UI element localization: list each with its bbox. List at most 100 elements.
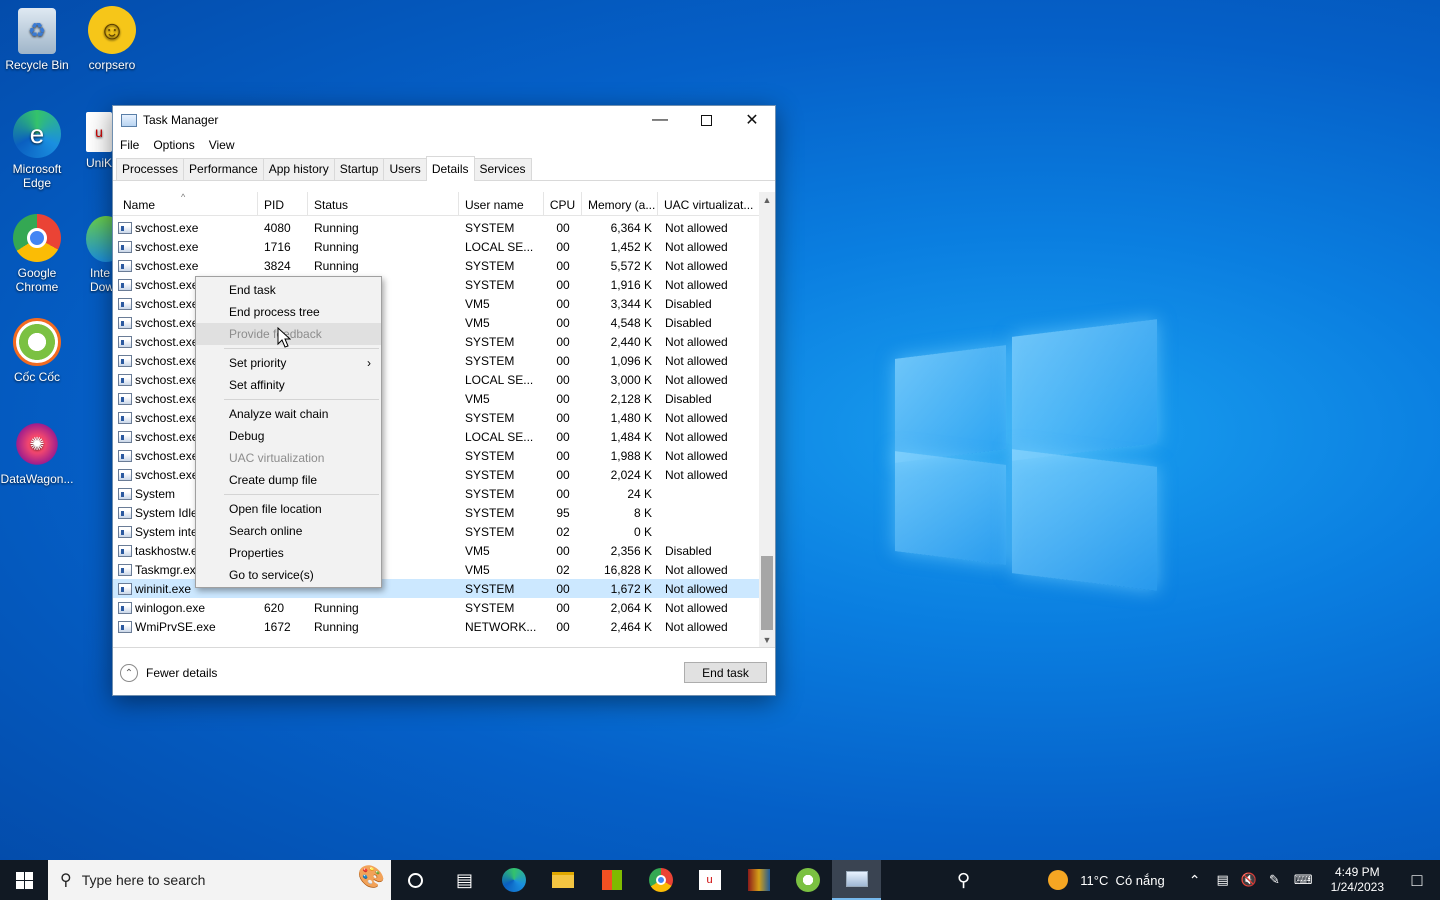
tab-users[interactable]: Users — [383, 158, 427, 180]
table-row[interactable]: svchost.exe 4080 Running SYSTEM 00 6,364 K Not… — [113, 218, 759, 237]
menu-file[interactable]: File — [120, 138, 139, 152]
maximize-icon[interactable] — [683, 106, 729, 134]
microsoft-store-icon[interactable] — [587, 860, 636, 900]
weather-sun-icon[interactable] — [1048, 870, 1069, 890]
process-memory: 2,440 K — [610, 334, 652, 349]
process-uac: Not allowed — [665, 239, 728, 254]
process-cpu: 02 — [556, 524, 570, 539]
menu-item-create-dump-file[interactable]: Create dump file — [196, 469, 381, 491]
search-highlight-icon: 🎨 — [357, 864, 385, 889]
tab-strip: Processes Performance App history Startu… — [113, 156, 775, 181]
column-header-name[interactable]: Name ^ — [113, 192, 258, 216]
process-name: winlogon.exe — [113, 601, 258, 615]
clock[interactable]: 4:49 PM 1/24/2023 — [1331, 865, 1384, 895]
menu-item-analyze-wait-chain[interactable]: Analyze wait chain — [196, 403, 381, 425]
column-header-cpu[interactable]: CPU — [544, 192, 582, 216]
process-status: Running — [314, 619, 359, 634]
menu-item-properties[interactable]: Properties — [196, 542, 381, 564]
tab-processes[interactable]: Processes — [116, 158, 185, 180]
process-user: VM5 — [465, 391, 490, 406]
scroll-up-icon[interactable]: ▲ — [759, 192, 775, 208]
start-button[interactable] — [0, 860, 48, 900]
process-uac: Not allowed — [665, 372, 728, 387]
table-row[interactable]: svchost.exe 1716 Running LOCAL SE... 00 1,452… — [113, 237, 759, 256]
column-header-user-name[interactable]: User name — [459, 192, 544, 216]
tab-app-history[interactable]: App history — [262, 158, 335, 180]
tab-startup[interactable]: Startup — [333, 158, 385, 180]
task-view-icon[interactable]: ▤ — [440, 860, 489, 900]
system-tray: 11°C Có nắng ⌃ ▤ 🔇 ✎ ⌨ 4:49 PM 1/24/2023… — [1048, 860, 1440, 900]
taskbar-task-manager-icon[interactable] — [832, 860, 881, 900]
people-icon[interactable]: ⚲ — [939, 860, 988, 900]
vertical-scrollbar[interactable]: ▲ ▼ — [759, 192, 775, 647]
process-user: LOCAL SE... — [465, 429, 534, 444]
desktop-icon-idm[interactable]: Inte Dow — [80, 216, 112, 294]
scroll-down-icon[interactable]: ▼ — [759, 632, 775, 647]
tab-details[interactable]: Details — [425, 156, 475, 181]
process-status: Running — [314, 220, 359, 235]
menu-item-end-process-tree[interactable]: End process tree — [196, 301, 381, 323]
taskbar-coccoc-icon[interactable] — [783, 860, 832, 900]
process-uac: Not allowed — [665, 619, 728, 634]
desktop-icon-coccoc[interactable]: Cốc Cốc — [0, 318, 74, 384]
keyboard-icon[interactable]: ⌨ — [1294, 872, 1313, 888]
menu-item-set-affinity[interactable]: Set affinity — [196, 374, 381, 396]
menu-item-search-online[interactable]: Search online — [196, 520, 381, 542]
menu-view[interactable]: View — [209, 138, 235, 152]
minimize-icon[interactable]: — — [637, 106, 683, 134]
window-title: Task Manager — [143, 113, 219, 127]
taskbar-search-box[interactable]: ⚲ Type here to search 🎨 — [48, 860, 391, 900]
process-icon — [118, 544, 132, 557]
taskbar-chrome-icon[interactable] — [636, 860, 685, 900]
taskbar-edge-icon[interactable] — [489, 860, 538, 900]
process-cpu: 00 — [556, 619, 570, 634]
menu-separator — [224, 494, 379, 495]
desktop-icon-edge[interactable]: e Microsoft Edge — [0, 110, 74, 190]
process-uac: Not allowed — [665, 448, 728, 463]
fewer-details-link[interactable]: ⌃ Fewer details — [120, 664, 217, 682]
menu-item-go-to-service-s[interactable]: Go to service(s) — [196, 564, 381, 586]
process-memory: 1,916 K — [610, 277, 652, 292]
process-icon — [118, 525, 132, 538]
process-uac: Not allowed — [665, 562, 728, 577]
weather-text[interactable]: 11°C Có nắng — [1080, 873, 1164, 888]
process-user: SYSTEM — [465, 410, 515, 425]
process-user: VM5 — [465, 296, 490, 311]
desktop-icon-unikey[interactable]: u UniK — [76, 112, 114, 170]
column-header-pid[interactable]: PID — [258, 192, 308, 216]
pen-icon[interactable]: ✎ — [1269, 872, 1280, 888]
tab-services[interactable]: Services — [473, 158, 532, 180]
column-header-status[interactable]: Status — [308, 192, 459, 216]
desktop-icon-chrome[interactable]: Google Chrome — [0, 214, 74, 294]
menu-item-debug[interactable]: Debug — [196, 425, 381, 447]
desktop-icon-datawagon[interactable]: ✺ DataWagon... — [0, 420, 74, 486]
show-hidden-icons-icon[interactable]: ⌃ — [1189, 872, 1201, 889]
scrollbar-thumb[interactable] — [761, 556, 773, 630]
table-row[interactable]: svchost.exe 3824 Running SYSTEM 00 5,572 K Not… — [113, 256, 759, 275]
cortana-icon[interactable] — [391, 860, 440, 900]
table-row[interactable]: WmiPrvSE.exe 1672 Running NETWORK... 00 2,464… — [113, 617, 759, 636]
menu-item-open-file-location[interactable]: Open file location — [196, 498, 381, 520]
notifications-icon[interactable]: □ — [1394, 860, 1440, 900]
menu-item-end-task[interactable]: End task — [196, 279, 381, 301]
table-row[interactable]: winlogon.exe 620 Running SYSTEM 00 2,064 K Not… — [113, 598, 759, 617]
column-header-memory[interactable]: Memory (a... — [582, 192, 658, 216]
winrar-icon[interactable] — [734, 860, 783, 900]
process-icon — [118, 335, 132, 348]
tab-performance[interactable]: Performance — [183, 158, 264, 180]
network-icon[interactable]: ▤ — [1216, 872, 1228, 888]
file-explorer-icon[interactable] — [538, 860, 587, 900]
process-user: SYSTEM — [465, 505, 515, 520]
menu-options[interactable]: Options — [153, 138, 194, 152]
close-icon[interactable]: ✕ — [729, 106, 775, 134]
taskbar-unikey-icon[interactable]: u — [685, 860, 734, 900]
end-task-button[interactable]: End task — [684, 662, 767, 683]
column-header-uac[interactable]: UAC virtualizat... — [658, 192, 759, 216]
menu-item-set-priority[interactable]: Set priority › — [196, 352, 381, 374]
process-memory: 1,452 K — [610, 239, 652, 254]
desktop-icon-recycle-bin[interactable]: ♻ Recycle Bin — [0, 8, 74, 72]
process-memory: 1,484 K — [610, 429, 652, 444]
title-bar[interactable]: Task Manager — ✕ — [113, 106, 775, 134]
desktop-icon-corpsero[interactable]: ☺ corpsero — [75, 6, 149, 72]
volume-muted-icon[interactable]: 🔇 — [1241, 872, 1257, 888]
